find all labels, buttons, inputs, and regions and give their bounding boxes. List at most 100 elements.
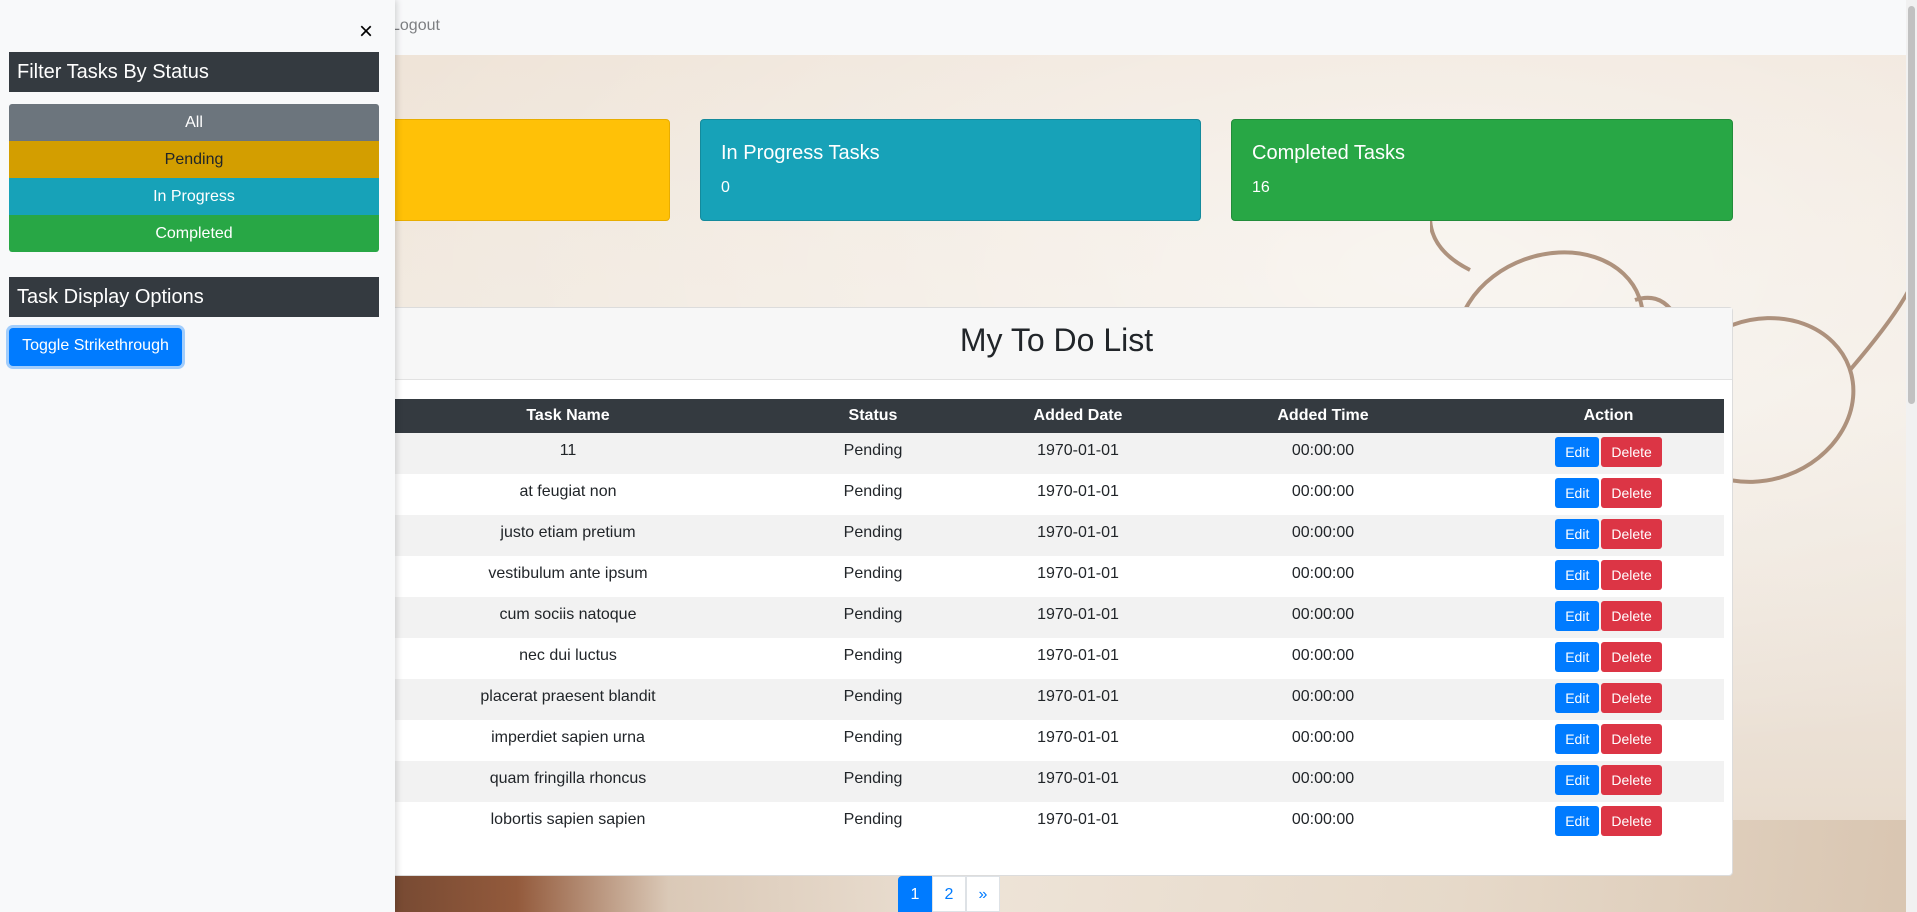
action-cell: Edit Delete — [1493, 720, 1724, 761]
added-date-cell: 1970-01-01 — [1037, 770, 1119, 787]
status-cell: Pending — [843, 811, 903, 828]
edit-button[interactable]: Edit — [1555, 601, 1600, 631]
status-cell: Pending — [843, 729, 903, 746]
added-date-cell: 1970-01-01 — [1037, 688, 1119, 705]
column-header-added-time: Added Time — [1153, 399, 1493, 433]
added-date-cell: 1970-01-01 — [1037, 483, 1119, 500]
task-name-cell: placerat praesent blandit — [480, 688, 656, 705]
added-date-cell: 1970-01-01 — [1037, 606, 1119, 623]
delete-button[interactable]: Delete — [1601, 478, 1662, 508]
delete-button[interactable]: Delete — [1601, 806, 1662, 836]
delete-button[interactable]: Delete — [1601, 765, 1662, 795]
table-row: nec dui luctus Pending 1970-01-01 00:00:00 E… — [393, 638, 1724, 679]
delete-button[interactable]: Delete — [1601, 560, 1662, 590]
task-name-cell: nec dui luctus — [519, 647, 617, 664]
task-name-cell: justo etiam pretium — [500, 524, 636, 541]
added-time-cell: 00:00:00 — [1291, 729, 1355, 746]
card-title: Completed Tasks — [1252, 142, 1406, 164]
filter-all-button[interactable]: All — [9, 104, 379, 141]
filter-heading: Filter Tasks By Status — [9, 52, 379, 92]
task-name-cell: lobortis sapien sapien — [490, 811, 646, 828]
action-cell: Edit Delete — [1493, 515, 1724, 556]
task-name-cell: at feugiat non — [519, 483, 617, 500]
edit-button[interactable]: Edit — [1555, 806, 1600, 836]
action-cell: Edit Delete — [1493, 679, 1724, 720]
scrollbar-thumb[interactable] — [1908, 6, 1915, 404]
column-header-status: Status — [743, 399, 1003, 433]
todo-list-card: My To Do List Task Name Status Added Dat… — [380, 307, 1733, 876]
toggle-strikethrough-button[interactable]: Toggle Strikethrough — [9, 328, 182, 366]
task-table-body: 11 Pending 1970-01-01 00:00:00 Edit Delete at … — [393, 433, 1724, 843]
next-page-link[interactable]: » — [966, 876, 1000, 912]
status-cell: Pending — [843, 524, 903, 541]
table-row: placerat praesent blandit Pending 1970-01-… — [393, 679, 1724, 720]
table-row: cum sociis natoque Pending 1970-01-01 00:00… — [393, 597, 1724, 638]
edit-button[interactable]: Edit — [1555, 724, 1600, 754]
action-cell: Edit Delete — [1493, 433, 1724, 474]
added-time-cell: 00:00:00 — [1291, 688, 1355, 705]
close-icon[interactable]: × — [356, 18, 376, 46]
action-cell: Edit Delete — [1493, 556, 1724, 597]
task-table: Task Name Status Added Date Added Time A… — [393, 399, 1724, 843]
status-cell: Pending — [843, 442, 903, 459]
edit-button[interactable]: Edit — [1555, 765, 1600, 795]
table-row: justo etiam pretium Pending 1970-01-01 00:0… — [393, 515, 1724, 556]
column-header-action: Action — [1493, 399, 1724, 433]
todo-header: My To Do List — [381, 308, 1732, 380]
edit-button[interactable]: Edit — [1555, 683, 1600, 713]
added-date-cell: 1970-01-01 — [1037, 524, 1119, 541]
delete-button[interactable]: Delete — [1601, 642, 1662, 672]
card-count: 16 — [1252, 179, 1270, 196]
edit-button[interactable]: Edit — [1555, 642, 1600, 672]
added-date-cell: 1970-01-01 — [1037, 442, 1119, 459]
added-date-cell: 1970-01-01 — [1037, 811, 1119, 828]
task-name-cell: cum sociis natoque — [499, 606, 637, 623]
added-time-cell: 00:00:00 — [1291, 483, 1355, 500]
edit-button[interactable]: Edit — [1555, 519, 1600, 549]
column-header-task-name: Task Name — [393, 399, 743, 433]
page-1-link[interactable]: 1 — [898, 876, 932, 912]
status-cell: Pending — [843, 565, 903, 582]
table-header-row: Task Name Status Added Date Added Time A… — [393, 399, 1724, 433]
table-row: lobortis sapien sapien Pending 1970-01-01 0… — [393, 802, 1724, 843]
task-name-cell: imperdiet sapien urna — [491, 729, 645, 746]
delete-button[interactable]: Delete — [1601, 601, 1662, 631]
table-row: at feugiat non Pending 1970-01-01 00:00:00 E… — [393, 474, 1724, 515]
delete-button[interactable]: Delete — [1601, 519, 1662, 549]
added-time-cell: 00:00:00 — [1291, 524, 1355, 541]
status-cell: Pending — [843, 688, 903, 705]
table-row: vestibulum ante ipsum Pending 1970-01-01 00… — [393, 556, 1724, 597]
added-time-cell: 00:00:00 — [1291, 565, 1355, 582]
pending-tasks-card — [380, 119, 670, 221]
table-row: quam fringilla rhoncus Pending 1970-01-01 0… — [393, 761, 1724, 802]
added-time-cell: 00:00:00 — [1291, 647, 1355, 664]
filter-completed-button[interactable]: Completed — [9, 215, 379, 252]
card-title: In Progress Tasks — [721, 142, 880, 164]
delete-button[interactable]: Delete — [1601, 683, 1662, 713]
task-name-cell: quam fringilla rhoncus — [489, 770, 647, 787]
edit-button[interactable]: Edit — [1555, 560, 1600, 590]
delete-button[interactable]: Delete — [1601, 724, 1662, 754]
task-name-cell: vestibulum ante ipsum — [488, 565, 648, 582]
added-date-cell: 1970-01-01 — [1037, 647, 1119, 664]
added-time-cell: 00:00:00 — [1291, 811, 1355, 828]
added-date-cell: 1970-01-01 — [1037, 565, 1119, 582]
logout-link[interactable]: Logout — [391, 17, 440, 35]
column-header-added-date: Added Date — [1003, 399, 1153, 433]
edit-button[interactable]: Edit — [1555, 478, 1600, 508]
card-count: 0 — [721, 179, 730, 196]
action-cell: Edit Delete — [1493, 597, 1724, 638]
delete-button[interactable]: Delete — [1601, 437, 1662, 467]
edit-button[interactable]: Edit — [1555, 437, 1600, 467]
page-2-link[interactable]: 2 — [932, 876, 966, 912]
filter-pending-button[interactable]: Pending — [9, 141, 379, 178]
table-row: 11 Pending 1970-01-01 00:00:00 Edit Delete — [393, 433, 1724, 474]
task-name-cell: 11 — [559, 442, 577, 459]
todo-title: My To Do List — [959, 322, 1154, 358]
action-cell: Edit Delete — [1493, 761, 1724, 802]
page-scrollbar[interactable] — [1906, 0, 1917, 912]
added-time-cell: 00:00:00 — [1291, 606, 1355, 623]
filter-in-progress-button[interactable]: In Progress — [9, 178, 379, 215]
display-options-heading: Task Display Options — [9, 277, 379, 317]
action-cell: Edit Delete — [1493, 638, 1724, 679]
